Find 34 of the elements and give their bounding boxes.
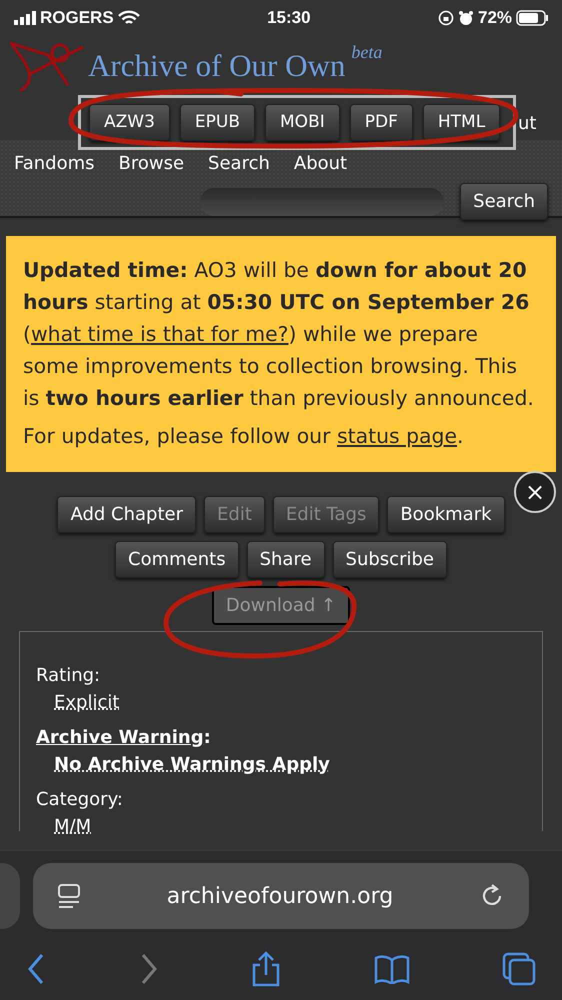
- carrier-name: ROGERS: [40, 6, 114, 29]
- beta-label: beta: [351, 41, 382, 64]
- meta-tag[interactable]: Explicit: [54, 689, 120, 716]
- announcement-text: For updates, please follow our status page.: [23, 423, 465, 450]
- meta-tag[interactable]: M/M: [54, 813, 92, 840]
- action-button[interactable]: Share: [246, 541, 325, 578]
- nav-link[interactable]: Search: [208, 150, 270, 177]
- battery-percent: 72%: [478, 6, 512, 29]
- meta-label: Category:: [36, 788, 124, 812]
- label-colon: :: [204, 727, 211, 748]
- action-button[interactable]: Comments: [115, 541, 239, 578]
- format-option[interactable]: AZW3: [89, 104, 170, 141]
- announcement-link[interactable]: status page: [336, 424, 458, 448]
- close-button[interactable]: ×: [514, 471, 556, 513]
- nav-link[interactable]: Fandoms: [14, 150, 94, 177]
- meta-label-link[interactable]: Archive Warning: [36, 727, 204, 748]
- nav-link-fragment[interactable]: ut: [518, 110, 536, 137]
- url-text: archiveofourown.org: [166, 882, 394, 910]
- action-button[interactable]: Subscribe: [332, 541, 447, 578]
- announcement-link[interactable]: what time is that for me?: [30, 322, 289, 346]
- action-button[interactable]: Bookmark: [387, 496, 505, 533]
- site-title: Archive of Our Own: [88, 47, 346, 85]
- action-button[interactable]: Add Chapter: [57, 496, 196, 533]
- format-option[interactable]: PDF: [350, 104, 413, 141]
- format-option[interactable]: MOBI: [265, 104, 340, 141]
- nav-link[interactable]: Browse: [118, 150, 184, 177]
- format-option[interactable]: EPUB: [180, 104, 256, 141]
- search-button[interactable]: Search: [460, 183, 548, 220]
- status-time: 15:30: [266, 6, 312, 29]
- meta-label: Rating:: [36, 664, 102, 688]
- nav-link[interactable]: About: [294, 150, 348, 177]
- announcement-text: Updated time: AO3 will be down for about 20 hours starting at 05:30 UTC on September 26 (what time is that for me?) while we prepare some improvements to collection browsing. This is two hours earlier than previously announced.: [23, 257, 535, 412]
- address-bar[interactable]: archiveofourown.org: [33, 863, 529, 929]
- meta-tag[interactable]: No Archive Warnings Apply: [54, 751, 330, 778]
